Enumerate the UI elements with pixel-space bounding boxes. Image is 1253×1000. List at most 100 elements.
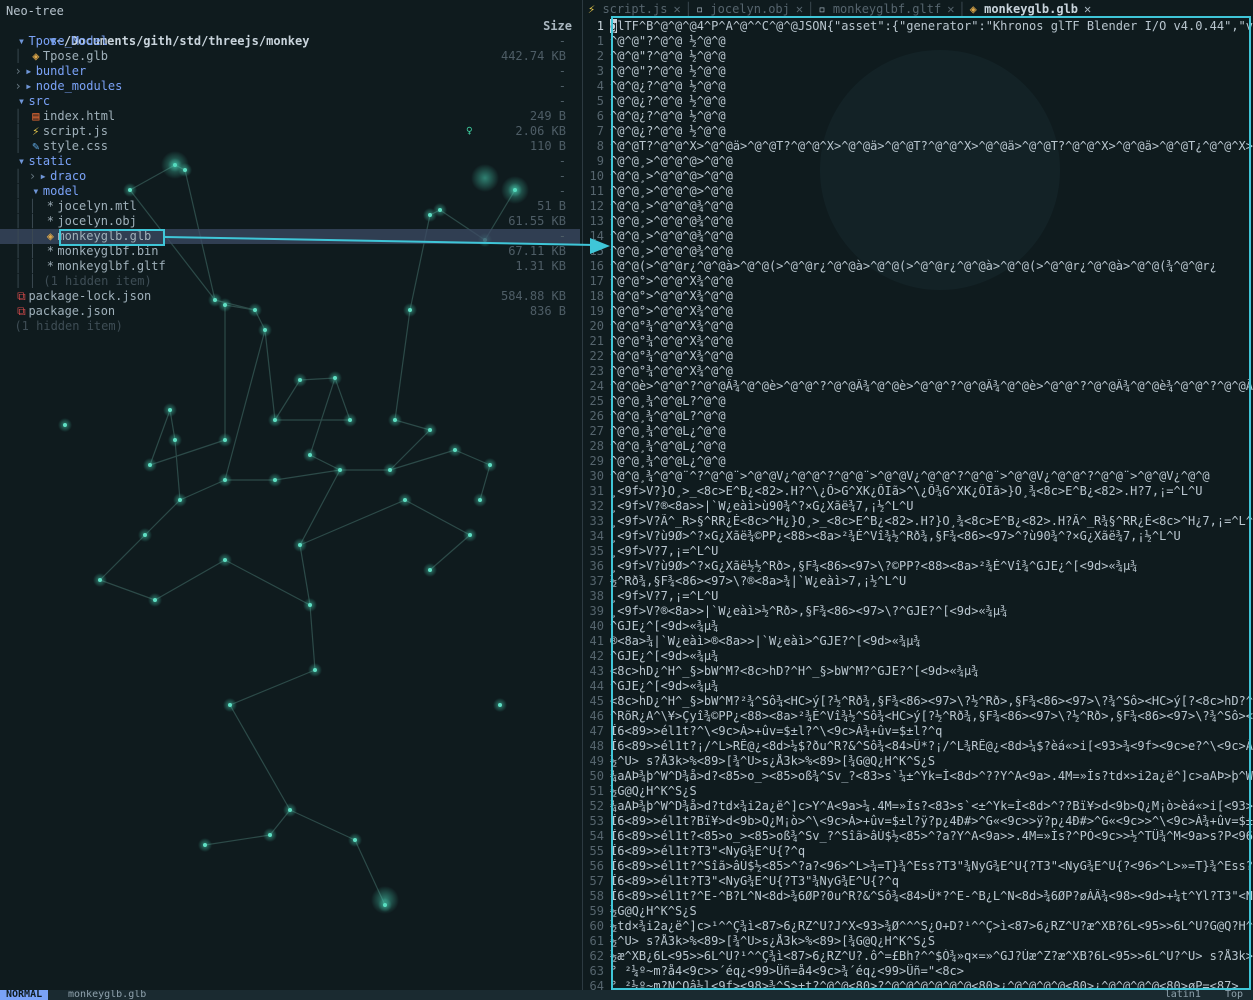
close-icon[interactable]: ✕ (673, 2, 680, 16)
tree-folder[interactable]: ▾ Tpose_Model - (0, 34, 580, 49)
tree-file[interactable]: │ ✎ style.css 110 B (0, 139, 580, 154)
tree-file[interactable]: │ │ * monkeyglbf.gltf 1.31 KB (0, 259, 580, 274)
buffer-line[interactable]: 41 ®<8a>¾|`W¿eàì>®<8a>>|`W¿eàì>^GJE?^[<9d… (584, 634, 1253, 649)
buffer-line[interactable]: 34 ¸<9f>V?ù9Ø>^?×G¿Xãë¾©PP¿<88><8a>²¾É^Vî… (584, 529, 1253, 544)
buffer-line[interactable]: 45 <8c>hD¿^H^_§>bW^M?²¾^Sô¾<HC>ý[?½^Rð¾,§… (584, 694, 1253, 709)
tree-file[interactable]: │ │ * monkeyglbf.bin 67.11 KB (0, 244, 580, 259)
buffer-line[interactable]: 59 ½G@Q¿H^K^S¿S (584, 904, 1253, 919)
buffer-line[interactable]: 6 ^@^@¿?^@^@ ½^@^@ (584, 109, 1253, 124)
buffer-line[interactable]: 40 ^GJE¿^[<9d>«¾µ¾ (584, 619, 1253, 634)
tree-folder[interactable]: › ▸ node_modules - (0, 79, 580, 94)
buffer-line[interactable]: 38 ¸<9f>V?7,¡=^L^U (584, 589, 1253, 604)
buffer-line[interactable]: 58 Ï6<89>>él1t?^E-^B?L^N<8d>¾6ØP?0u^R?&^S… (584, 889, 1253, 904)
buffer-line[interactable]: 50 ¾aAÞ¾þ^W^D¾å>d?<85>o_><85>oß¾^Sv_?<83>… (584, 769, 1253, 784)
buffer-line[interactable]: 18 ^@^@°>^@^@^X¾^@^@ (584, 289, 1253, 304)
buffer-line[interactable]: 57 Ï6<89>>él1t?T3"<NyG¾E^U{?T3"¾NyG¾E^U{?… (584, 874, 1253, 889)
tree-file[interactable]: │ ◈ Tpose.glb 442.74 KB (0, 49, 580, 64)
buffer-line[interactable]: 11 ^@^@¸>^@^@^@>^@^@ (584, 184, 1253, 199)
buffer-lines[interactable]: 1 glTF^B^@^@^@4^P^A^@^^C^@^@JSON{"asset":… (584, 19, 1253, 990)
editor-pane[interactable]: ⚡ script.js ✕ │ ▫ jocelyn.obj ✕ │ ▫ monkeyglbf… (584, 0, 1253, 990)
buffer-line[interactable]: 49 ½^U> s?Å3k>%<89>[¾^U>s¿Å3k>%<89>[¾G@Q¿… (584, 754, 1253, 769)
encoding-label: latin1 (1164, 990, 1201, 1000)
tree-file[interactable]: ⧉ package.json 836 B (0, 304, 580, 319)
buffer-line[interactable]: 24 ^@^@è>^@^@^?^@^@Â¾^@^@è>^@^@^?^@^@Â¾^@… (584, 379, 1253, 394)
pane-divider[interactable] (582, 0, 583, 990)
tree-file[interactable]: │ │ * jocelyn.obj 61.55 KB (0, 214, 580, 229)
buffer-line[interactable]: 31 ¸<9f>V?}O¸>_<8c>E^B¿<82>.H?^\¿Õ>G^XK¿Õ… (584, 484, 1253, 499)
buffer-line[interactable]: 32 ¸<9f>V?®<8a>>|`W¿eàì>ù90¾^?×G¿Xãë¾7,¡½… (584, 499, 1253, 514)
buffer-line[interactable]: 25 ^@^@¸¾^@^@L?^@^@ (584, 394, 1253, 409)
tree-folder[interactable]: │ ▾ model - (0, 184, 580, 199)
tree-folder[interactable]: ▾ src - (0, 94, 580, 109)
tree-file[interactable]: │ ▤ index.html 249 B (0, 109, 580, 124)
buffer-line[interactable]: 64 ° ²¼º~m?N^Oâ¼l<9f><98>¾^S>±t?^@^@<80>?… (584, 979, 1253, 990)
buffer-line[interactable]: 36 ¸<9f>V?ù9Ø>^?×G¿Xãë½½^Rð>,§F¾<86><97>\… (584, 559, 1253, 574)
buffer-line[interactable]: 16 ^@^@(>^@^@r¿^@^@à>^@^@(>^@^@r¿^@^@à>^@… (584, 259, 1253, 274)
buffer-line[interactable]: 44 ^GJE¿^[<9d>«¾µ¾ (584, 679, 1253, 694)
buffer-line[interactable]: 1 ^@^@"?^@^@ ½^@^@ (584, 34, 1253, 49)
buffer-line[interactable]: 60 ½td×¾i2a¿ë^]c>¹^^Ç¾ì<87>6¿RZ^U?J^X<93>… (584, 919, 1253, 934)
tree-file[interactable]: │ ⚡ script.js 2.06 KB (0, 124, 580, 139)
buffer-line[interactable]: 19 ^@^@°>^@^@^X¾^@^@ (584, 304, 1253, 319)
buffer-line[interactable]: 29 ^@^@¸¾^@^@L¿^@^@ (584, 454, 1253, 469)
buffer-line[interactable]: 7 ^@^@¿?^@^@ ½^@^@ (584, 124, 1253, 139)
tree-file[interactable]: │ │ ◈ monkeyglb.glb - (0, 229, 580, 244)
buffer-line[interactable]: 47 Ï6<89>>él1t?^\<9c>À>+ûv=$±l?^\<9c>À¾+û… (584, 724, 1253, 739)
buffer-line[interactable]: 8 ^@^@T?^@^@^X>^@^@ä>^@^@T?^@^@^X>^@^@ä>^… (584, 139, 1253, 154)
buffer-line[interactable]: 55 Ï6<89>>él1t?T3"<NyG¾E^U{?^q (584, 844, 1253, 859)
collapsed-icon[interactable]: › (14, 79, 21, 93)
buffer-line[interactable]: 61 ½^U> s?Å3k>%<89>[¾^U>s¿Å3k>%<89>[¾G@Q¿… (584, 934, 1253, 949)
buffer-line[interactable]: 42 ^GJE¿^[<9d>«¾µ¾ (584, 649, 1253, 664)
buffer-line[interactable]: 52 ¾aAÞ¾þ^W^D¾å>d?td×¾i2a¿ë^]c>Y^A<9a>¼.4… (584, 799, 1253, 814)
buffer-line[interactable]: 3 ^@^@"?^@^@ ½^@^@ (584, 64, 1253, 79)
tab-script-js[interactable]: ⚡ script.js ✕ (584, 0, 685, 18)
buffer-line[interactable]: 53 Ï6<89>>él1t?Bï¥>d<9b>Q¿M¡ò>^\<9c>À>+ûv… (584, 814, 1253, 829)
buffer-line[interactable]: 39 ¸<9f>V?®<8a>>|`W¿eàì>½^Rð>,§F¾<86><97>… (584, 604, 1253, 619)
tab-jocelyn-obj[interactable]: ▫ jocelyn.obj ✕ (692, 0, 807, 18)
buffer-line[interactable]: 28 ^@^@¸¾^@^@L¿^@^@ (584, 439, 1253, 454)
buffer-line[interactable]: 20 ^@^@°¾^@^@^X¾^@^@ (584, 319, 1253, 334)
buffer-line[interactable]: 35 ¸<9f>V?7,¡=^L^U (584, 544, 1253, 559)
buffer-line[interactable]: 10 ^@^@¸>^@^@^@>^@^@ (584, 169, 1253, 184)
buffer-line[interactable]: 17 ^@^@°>^@^@^X¾^@^@ (584, 274, 1253, 289)
close-icon[interactable]: ✕ (947, 2, 954, 16)
buffer-line[interactable]: 12 ^@^@¸>^@^@^@¾^@^@ (584, 199, 1253, 214)
tree-file[interactable]: │ │ * jocelyn.mtl 51 B (0, 199, 580, 214)
buffer-line[interactable]: 23 ^@^@°¾^@^@^X¾^@^@ (584, 364, 1253, 379)
buffer-line[interactable]: 1 glTF^B^@^@^@4^P^A^@^^C^@^@JSON{"asset":… (584, 19, 1253, 34)
tree-file[interactable]: ⧉ package-lock.json 584.88 KB (0, 289, 580, 304)
buffer-line[interactable]: 9 ^@^@¸>^@^@^@>^@^@ (584, 154, 1253, 169)
buffer-line[interactable]: 13 ^@^@¸>^@^@^@¾^@^@ (584, 214, 1253, 229)
buffer-line[interactable]: 37 ½^Rð¾,§F¾<86><97>\?®<8a>¾|`W¿eàì>7,¡½^… (584, 574, 1253, 589)
buffer-line[interactable]: 30 ^@^@¸¾^@^@¨^?^@^@¨>^@^@V¿^@^@^?^@^@¨>^… (584, 469, 1253, 484)
buffer-line[interactable]: 62 ½æ^XB¿6L<95>>6L^U?¹^^Ç¾ì<87>6¿RZ^U?.ô^… (584, 949, 1253, 964)
buffer-line[interactable]: 46 ^RõR¿A^\¥>Çyî¾©PP¿<88><8a>²¾É^Vî¾½^Sô¾… (584, 709, 1253, 724)
line-text: ^@^@°>^@^@^X¾^@^@ (610, 289, 733, 303)
buffer-line[interactable]: 27 ^@^@¸¾^@^@L¿^@^@ (584, 424, 1253, 439)
buffer-line[interactable]: 21 ^@^@°¾^@^@^X¾^@^@ (584, 334, 1253, 349)
collapsed-icon[interactable]: › (14, 64, 21, 78)
buffer-line[interactable]: 54 Ï6<89>>él1t?<85>o_><85>oß¾^Sv_?^Sîã>âÚ… (584, 829, 1253, 844)
buffer-line[interactable]: 48 Ï6<89>>él1t?¡/^L>RÊ@¿<8d>¼$?ðu^R?&^Sô¾… (584, 739, 1253, 754)
collapsed-icon[interactable]: › (29, 169, 36, 183)
close-icon[interactable]: ✕ (796, 2, 803, 16)
tree-folder[interactable]: › ▸ bundler - (0, 64, 580, 79)
buffer-line[interactable]: 43 <8c>hD¿^H^_§>bW^M?<8c>hD?^H^_§>bW^M?^G… (584, 664, 1253, 679)
tree-folder[interactable]: │ › ▸ draco - (0, 169, 580, 184)
buffer-line[interactable]: 15 ^@^@¸>^@^@^@¾^@^@ (584, 244, 1253, 259)
tab-monkeyglbf-gltf[interactable]: ▫ monkeyglbf.gltf ✕ (814, 0, 958, 18)
close-icon[interactable]: ✕ (1084, 2, 1091, 16)
indent-guide: │ (0, 124, 29, 138)
buffer-line[interactable]: 56 Ï6<89>>él1t?^Sîã>âÚ$½<85>^?a?<96>^L>¾=… (584, 859, 1253, 874)
tree-folder[interactable]: ▾ static - (0, 154, 580, 169)
buffer-line[interactable]: 51 ½G@Q¿H^K^S¿S (584, 784, 1253, 799)
tab-monkeyglb-glb[interactable]: ◈ monkeyglb.glb ✕ (966, 0, 1096, 18)
buffer-line[interactable]: 33 ¸<9f>V?Ã^_R>§^RR¿É<8c>^H¿}O¸>_<8c>E^B¿… (584, 514, 1253, 529)
buffer-line[interactable]: 2 ^@^@"?^@^@ ½^@^@ (584, 49, 1253, 64)
buffer-line[interactable]: 26 ^@^@¸¾^@^@L?^@^@ (584, 409, 1253, 424)
buffer-line[interactable]: 22 ^@^@°¾^@^@^X¾^@^@ (584, 349, 1253, 364)
buffer-line[interactable]: 14 ^@^@¸>^@^@^@¾^@^@ (584, 229, 1253, 244)
buffer-line[interactable]: 4 ^@^@¿?^@^@ ½^@^@ (584, 79, 1253, 94)
buffer-line[interactable]: 63 ° ²¼º~m?å4<9c>>´éq¿<99>Üñ=å4<9c>¾´éq¿<… (584, 964, 1253, 979)
buffer-line[interactable]: 5 ^@^@¿?^@^@ ½^@^@ (584, 94, 1253, 109)
